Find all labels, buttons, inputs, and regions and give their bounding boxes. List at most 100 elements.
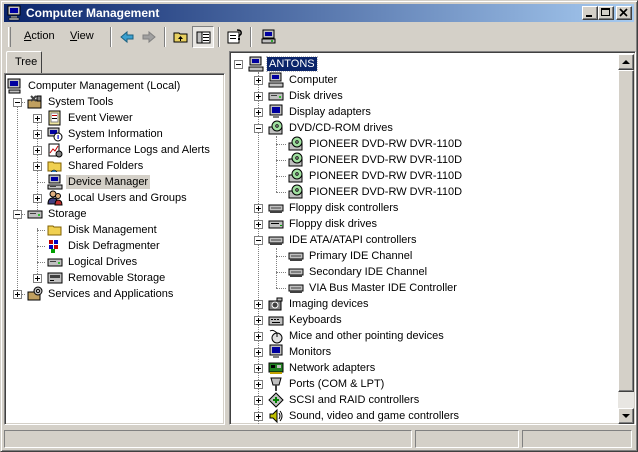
toolbar-separator <box>110 27 112 47</box>
storage-icon <box>27 210 43 219</box>
expand-services[interactable] <box>13 290 22 299</box>
port-icon <box>270 377 282 391</box>
expand-floppy-drives[interactable] <box>254 220 263 229</box>
computer-icon <box>268 72 284 88</box>
arrow-down-icon <box>622 414 630 418</box>
expand-mice[interactable] <box>254 332 263 341</box>
defragmenter-icon <box>49 240 58 253</box>
device-manager-icon <box>47 174 63 190</box>
forward-arrow-icon <box>142 30 156 44</box>
system-information-icon <box>47 127 63 142</box>
network-adapter-icon <box>268 362 284 374</box>
expand-ports[interactable] <box>254 380 263 389</box>
expand-event-viewer[interactable] <box>33 114 42 123</box>
monitor-icon <box>269 104 283 118</box>
controller-icon <box>268 204 284 213</box>
services-icon <box>27 286 43 301</box>
expand-system-information[interactable] <box>33 130 42 139</box>
cdrom-icon <box>268 120 283 135</box>
status-cell-main <box>4 430 412 448</box>
expand-performance-logs[interactable] <box>33 146 42 155</box>
status-cell-2 <box>415 430 519 448</box>
scroll-down-button[interactable] <box>618 408 634 424</box>
console-tree[interactable]: Computer Management (Local) System Tools… <box>4 73 225 425</box>
mouse-icon <box>269 329 283 344</box>
performance-logs-icon <box>48 143 63 158</box>
view-menu[interactable]: View <box>70 30 94 42</box>
cdrom-icon <box>288 136 303 151</box>
minimize-button[interactable] <box>582 6 598 20</box>
sound-icon <box>269 408 283 424</box>
collapse-dvd-drives[interactable] <box>254 124 263 133</box>
title-bar[interactable]: Computer Management <box>4 4 634 22</box>
folder-icon <box>47 161 62 173</box>
status-bar <box>4 429 634 449</box>
collapse-ide-controllers[interactable] <box>254 236 263 245</box>
close-icon <box>619 8 628 17</box>
disk-drive-icon <box>268 92 284 101</box>
toolbar-separator <box>218 27 220 47</box>
expand-display-adapters[interactable] <box>254 108 263 117</box>
show-hide-tree-button[interactable] <box>192 26 214 48</box>
close-button[interactable] <box>616 6 632 20</box>
arrow-up-icon <box>622 60 630 64</box>
expand-shared-folders[interactable] <box>33 162 42 171</box>
monitor-icon <box>269 344 283 358</box>
collapse-system-tools[interactable] <box>13 98 22 107</box>
forward-button[interactable] <box>138 26 160 48</box>
device-tree[interactable]: ANTONS Computer Disk drives Display adap… <box>229 51 636 425</box>
keyboard-icon <box>268 316 284 326</box>
back-arrow-icon <box>120 30 134 44</box>
action-menu[interactable]: Action <box>24 30 55 42</box>
computer-management-icon <box>7 5 21 21</box>
computer-icon <box>248 56 264 72</box>
scan-hardware-button[interactable] <box>258 26 280 48</box>
camera-icon <box>268 297 283 311</box>
event-viewer-icon <box>48 110 61 126</box>
cdrom-icon <box>288 168 303 183</box>
system-tools-icon <box>27 95 42 109</box>
maximize-button[interactable] <box>598 6 614 20</box>
expand-computer[interactable] <box>254 76 263 85</box>
expand-sound[interactable] <box>254 412 263 421</box>
expand-floppy-controllers[interactable] <box>254 204 263 213</box>
controller-icon <box>288 268 304 277</box>
status-cell-3 <box>522 430 632 448</box>
computer-management-window: Computer Management Action View Tree Com… <box>0 0 638 452</box>
expand-keyboards[interactable] <box>254 316 263 325</box>
expand-scsi[interactable] <box>254 396 263 405</box>
controller-icon <box>268 236 284 245</box>
expand-removable-storage[interactable] <box>33 274 42 283</box>
help-button[interactable] <box>224 26 246 48</box>
scroll-up-button[interactable] <box>618 54 634 70</box>
expand-local-users[interactable] <box>33 194 42 203</box>
toolbar-separator <box>250 27 252 47</box>
folder-up-icon <box>173 32 188 43</box>
up-one-level-button[interactable] <box>170 26 192 48</box>
removable-storage-icon <box>47 272 63 284</box>
cdrom-icon <box>288 184 303 199</box>
console-tree-icon <box>196 31 211 44</box>
scan-hardware-icon <box>261 29 276 44</box>
collapse-storage[interactable] <box>13 210 22 219</box>
scroll-thumb[interactable] <box>618 70 634 392</box>
expand-imaging-devices[interactable] <box>254 300 263 309</box>
minimize-icon <box>586 15 592 17</box>
back-button[interactable] <box>116 26 138 48</box>
expand-network-adapters[interactable] <box>254 364 263 373</box>
cdrom-icon <box>288 152 303 167</box>
controller-icon <box>288 284 304 293</box>
computer-management-icon <box>7 78 21 94</box>
tab-tree[interactable]: Tree <box>6 51 42 73</box>
maximize-icon <box>601 8 610 16</box>
expand-monitors[interactable] <box>254 348 263 357</box>
device-tree-scrollbar[interactable] <box>618 54 634 424</box>
toolbar-grip[interactable] <box>8 27 11 47</box>
drive-icon <box>47 258 63 267</box>
expand-disk-drives[interactable] <box>254 92 263 101</box>
collapse-antons[interactable] <box>234 60 243 69</box>
help-icon <box>227 29 242 44</box>
floppy-icon <box>268 220 284 229</box>
menu-toolbar: Action View <box>4 24 634 50</box>
controller-icon <box>288 252 304 261</box>
